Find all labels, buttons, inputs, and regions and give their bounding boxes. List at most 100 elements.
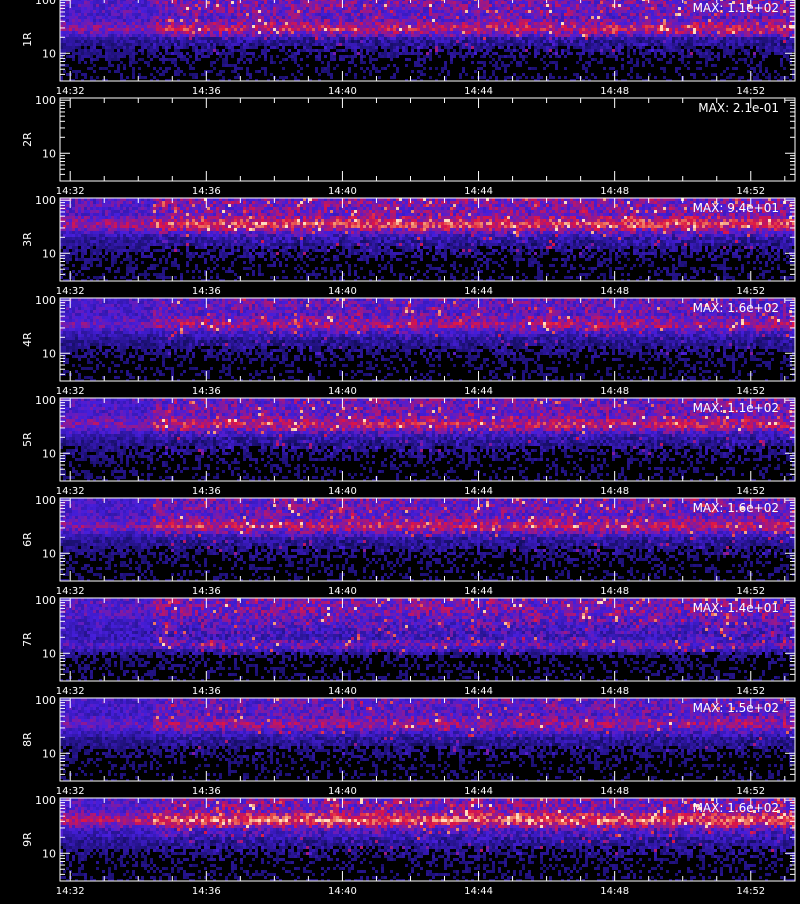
spectrogram-cells (60, 698, 795, 782)
x-tick-label: 14:36 (192, 386, 221, 397)
spectrogram-panels: 100 10 1R 14:32 14:36 14:40 14:44 14:48 14:52 MAX… (0, 0, 800, 900)
x-tick-label: 14:32 (56, 386, 85, 397)
panel-2R: 100102R14:3214:3614:4014:4414:4814:52MAX… (21, 94, 795, 197)
x-tick-label: 14:48 (600, 286, 629, 297)
y-tick-label: 10 (42, 347, 56, 360)
panel-label: 5R (21, 432, 34, 447)
x-tick-label: 14:32 (56, 686, 85, 697)
x-tick-label: 14:40 (328, 786, 357, 797)
x-tick-label: 14:40 (328, 86, 357, 97)
plot-background (60, 98, 795, 181)
x-tick-label: 14:36 (192, 286, 221, 297)
x-tick-label: 14:44 (464, 686, 493, 697)
x-tick-label: 14:52 (736, 86, 765, 97)
max-label: MAX: 1.6e+02 (693, 801, 779, 815)
x-tick-label: 14:32 (56, 586, 85, 597)
panel-9R: 100109R14:3214:3614:4014:4414:4814:52MAX… (21, 794, 795, 897)
panel-6R: 100 10 6R 14:32 14:36 14:40 14:44 14:48 14:52 MAX… (21, 494, 795, 597)
max-label: MAX: 1.6e+02 (693, 501, 779, 515)
spectrogram-cells (60, 198, 795, 282)
x-tick-label: 14:32 (56, 786, 85, 797)
panel-label: 2R (21, 132, 34, 147)
max-label: MAX: 9.4e+01 (693, 201, 779, 215)
max-label: MAX: 2.1e-01 (698, 101, 779, 115)
y-tick-label: 100 (35, 394, 56, 407)
y-tick-label: 10 (42, 47, 56, 60)
panel-5R: 100 10 5R 14:32 14:36 14:40 14:44 14:48 14:52 MAX… (21, 394, 795, 497)
spectrogram-cells (60, 298, 795, 382)
x-tick-label: 14:32 (56, 286, 85, 297)
panel-label: 3R (21, 232, 34, 247)
x-tick-label: 14:44 (464, 286, 493, 297)
y-tick-label: 10 (42, 847, 56, 860)
x-tick-label: 14:32 (56, 86, 85, 97)
x-tick-label: 14:40 (328, 686, 357, 697)
y-tick-label: 10 (42, 747, 56, 760)
x-tick-label: 14:48 (600, 486, 629, 497)
x-tick-label: 14:36 (192, 586, 221, 597)
y-tick-label: 100 (35, 194, 56, 207)
x-tick-label: 14:40 (328, 886, 357, 897)
x-tick-label: 14:40 (328, 486, 357, 497)
x-tick-label: 14:48 (600, 586, 629, 597)
x-tick-label: 14:52 (736, 386, 765, 397)
y-tick-label: 100 (35, 694, 56, 707)
x-tick-label: 14:48 (600, 86, 629, 97)
x-tick-label: 14:36 (192, 486, 221, 497)
x-tick-label: 14:32 (56, 486, 85, 497)
y-tick-label: 10 (42, 247, 56, 260)
y-tick-label: 10 (42, 547, 56, 560)
x-tick-label: 14:32 (56, 886, 85, 897)
x-tick-label: 14:52 (736, 486, 765, 497)
x-tick-label: 14:48 (600, 186, 629, 197)
y-tick-label: 100 (35, 594, 56, 607)
x-tick-label: 14:52 (736, 886, 765, 897)
x-tick-label: 14:44 (464, 86, 493, 97)
x-tick-label: 14:48 (600, 386, 629, 397)
panel-label: 7R (21, 632, 34, 647)
x-tick-label: 14:44 (464, 486, 493, 497)
x-tick-label: 14:44 (464, 386, 493, 397)
x-tick-label: 14:36 (192, 886, 221, 897)
panel-label: 8R (21, 732, 34, 747)
spectrogram-cells (60, 0, 795, 82)
spectrogram-cells (60, 598, 795, 682)
max-label: MAX: 1.1e+02 (693, 401, 779, 415)
y-tick-label: 100 (35, 294, 56, 307)
x-tick-label: 14:40 (328, 286, 357, 297)
x-tick-label: 14:52 (736, 286, 765, 297)
x-tick-label: 14:44 (464, 786, 493, 797)
y-tick-label: 10 (42, 447, 56, 460)
x-tick-label: 14:48 (600, 886, 629, 897)
x-tick-label: 14:40 (328, 586, 357, 597)
x-tick-label: 14:32 (56, 186, 85, 197)
x-tick-label: 14:36 (192, 786, 221, 797)
x-tick-label: 14:52 (736, 186, 765, 197)
x-tick-label: 14:52 (736, 586, 765, 597)
panel-label: 4R (21, 332, 34, 347)
x-tick-label: 14:52 (736, 686, 765, 697)
panel-label: 1R (21, 32, 34, 47)
panel-3R: 100 10 3R 14:32 14:36 14:40 14:44 14:48 14:52 MAX… (21, 194, 795, 297)
panel-8R: 100 10 8R 14:32 14:36 14:40 14:44 14:48 14:52 MAX… (21, 694, 795, 797)
x-tick-label: 14:40 (328, 386, 357, 397)
spectrogram-cells (60, 798, 795, 882)
x-tick-label: 14:44 (464, 586, 493, 597)
panel-1R: 100101R14:3214:3614:4014:4414:4814:52MAX… (21, 0, 795, 97)
y-tick-label: 10 (42, 147, 56, 160)
x-tick-label: 14:44 (464, 186, 493, 197)
y-tick-label: 100 (35, 494, 56, 507)
x-tick-label: 14:36 (192, 686, 221, 697)
panel-label: 6R (21, 532, 34, 547)
x-tick-label: 14:48 (600, 786, 629, 797)
max-label: MAX: 1.5e+02 (693, 701, 779, 715)
spectrogram-cells (60, 398, 795, 482)
panel-label: 9R (21, 832, 34, 847)
x-tick-label: 14:40 (328, 186, 357, 197)
x-tick-label: 14:52 (736, 786, 765, 797)
x-tick-label: 14:48 (600, 686, 629, 697)
max-label: MAX: 1.1e+02 (693, 1, 779, 15)
x-tick-label: 14:36 (192, 186, 221, 197)
panel-4R: 100104R14:3214:3614:4014:4414:4814:52MAX… (21, 294, 795, 397)
spectrogram-stack: 100 10 1R 14:32 14:36 14:40 14:44 14:48 14:52 MAX… (0, 0, 800, 900)
